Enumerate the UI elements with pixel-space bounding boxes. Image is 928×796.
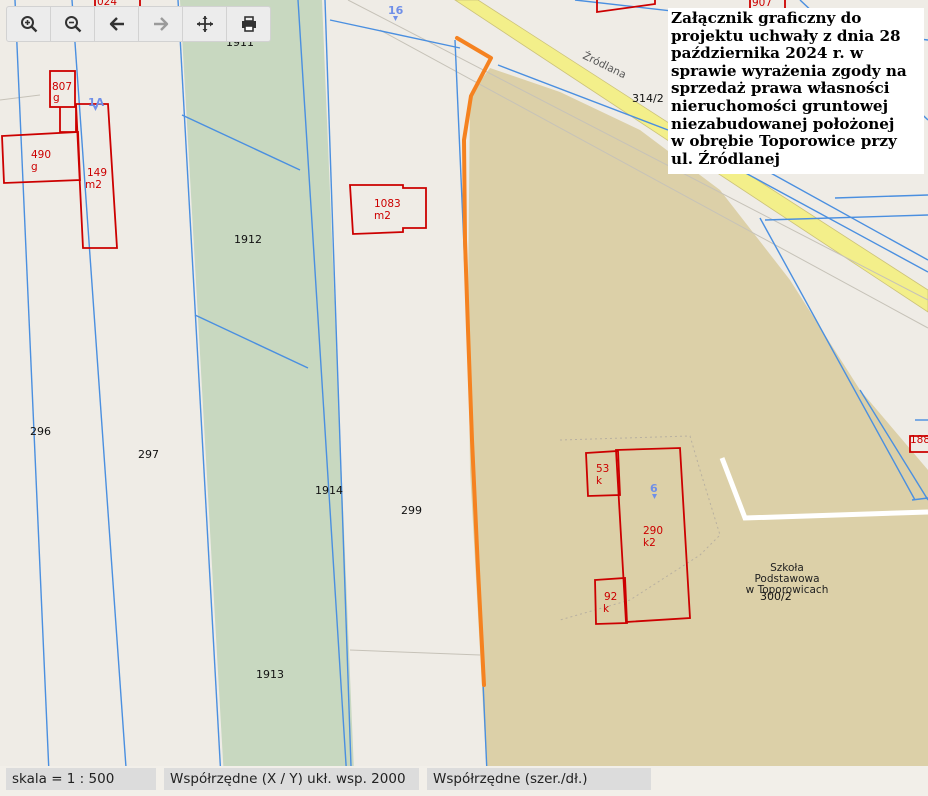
building-490-number: 490: [31, 149, 51, 161]
move-icon: [196, 16, 213, 32]
title-line: Załącznik graficzny do: [671, 9, 862, 27]
title-line: projektu uchwały z dnia 28: [671, 26, 901, 45]
title-line: nieruchomości gruntowej: [671, 96, 889, 115]
building-149-number: 149: [87, 167, 107, 179]
scale-display: skala = 1 : 500: [6, 768, 156, 790]
parcel-label-1913: 1913: [256, 668, 284, 681]
print-icon: [241, 16, 256, 32]
building-1083-type: m2: [374, 210, 391, 222]
map-toolbar: [6, 6, 271, 42]
title-line: października 2024 r. w: [671, 44, 864, 63]
parcel-label-1912: 1912: [234, 233, 262, 246]
print-button[interactable]: [227, 7, 270, 41]
forward-button[interactable]: [139, 7, 183, 41]
title-line: ul. Źródlanej: [671, 149, 781, 168]
building-290-type: k2: [643, 537, 656, 549]
zoom-in-icon: [20, 16, 37, 33]
title-line: w obrębie Toporowice przy: [671, 132, 897, 151]
parcel-label-1914: 1914: [315, 484, 343, 497]
building-92-type: k: [603, 603, 610, 615]
zoom-out-icon: [64, 16, 81, 33]
arrow-left-icon: [109, 17, 124, 31]
building-290-number: 290: [643, 525, 663, 537]
coordinates-2000-display: Współrzędne (X / Y) ukł. wsp. 2000: [164, 768, 419, 790]
parcel-label-314-2: 314/2: [632, 92, 664, 105]
arrow-right-icon: [153, 17, 168, 31]
building-149-type: m2: [85, 179, 102, 191]
building-1083-number: 1083: [374, 198, 401, 210]
status-bar: skala = 1 : 500 Współrzędne (X / Y) ukł.…: [0, 766, 928, 796]
building-490-type: g: [31, 161, 38, 173]
back-button[interactable]: [95, 7, 139, 41]
title-line: niezabudowanej położonej: [671, 114, 895, 133]
address-number-16: 16: [388, 4, 404, 17]
zoom-out-button[interactable]: [51, 7, 95, 41]
pan-button[interactable]: [183, 7, 227, 41]
building-53-type: k: [596, 475, 603, 487]
parcel-label-297: 297: [138, 448, 159, 461]
building-92-number: 92: [604, 591, 617, 603]
school-label-line3: w Toporowicach: [746, 584, 829, 596]
zoom-in-button[interactable]: [7, 7, 51, 41]
address-number-6: 6: [650, 482, 658, 495]
building-807-type: g: [53, 92, 60, 104]
building-53-number: 53: [596, 463, 609, 475]
parcel-label-296: 296: [30, 425, 51, 438]
title-line: sprawie wyrażenia zgody na: [671, 61, 907, 80]
title-box: Załącznik graficzny do projektu uchwały …: [668, 8, 924, 174]
coordinates-geo-display: Współrzędne (szer./dł.): [427, 768, 651, 790]
building-188-number: 188: [910, 434, 928, 446]
title-line: sprzedaż prawa własności: [671, 79, 890, 98]
parcel-label-299: 299: [401, 504, 422, 517]
